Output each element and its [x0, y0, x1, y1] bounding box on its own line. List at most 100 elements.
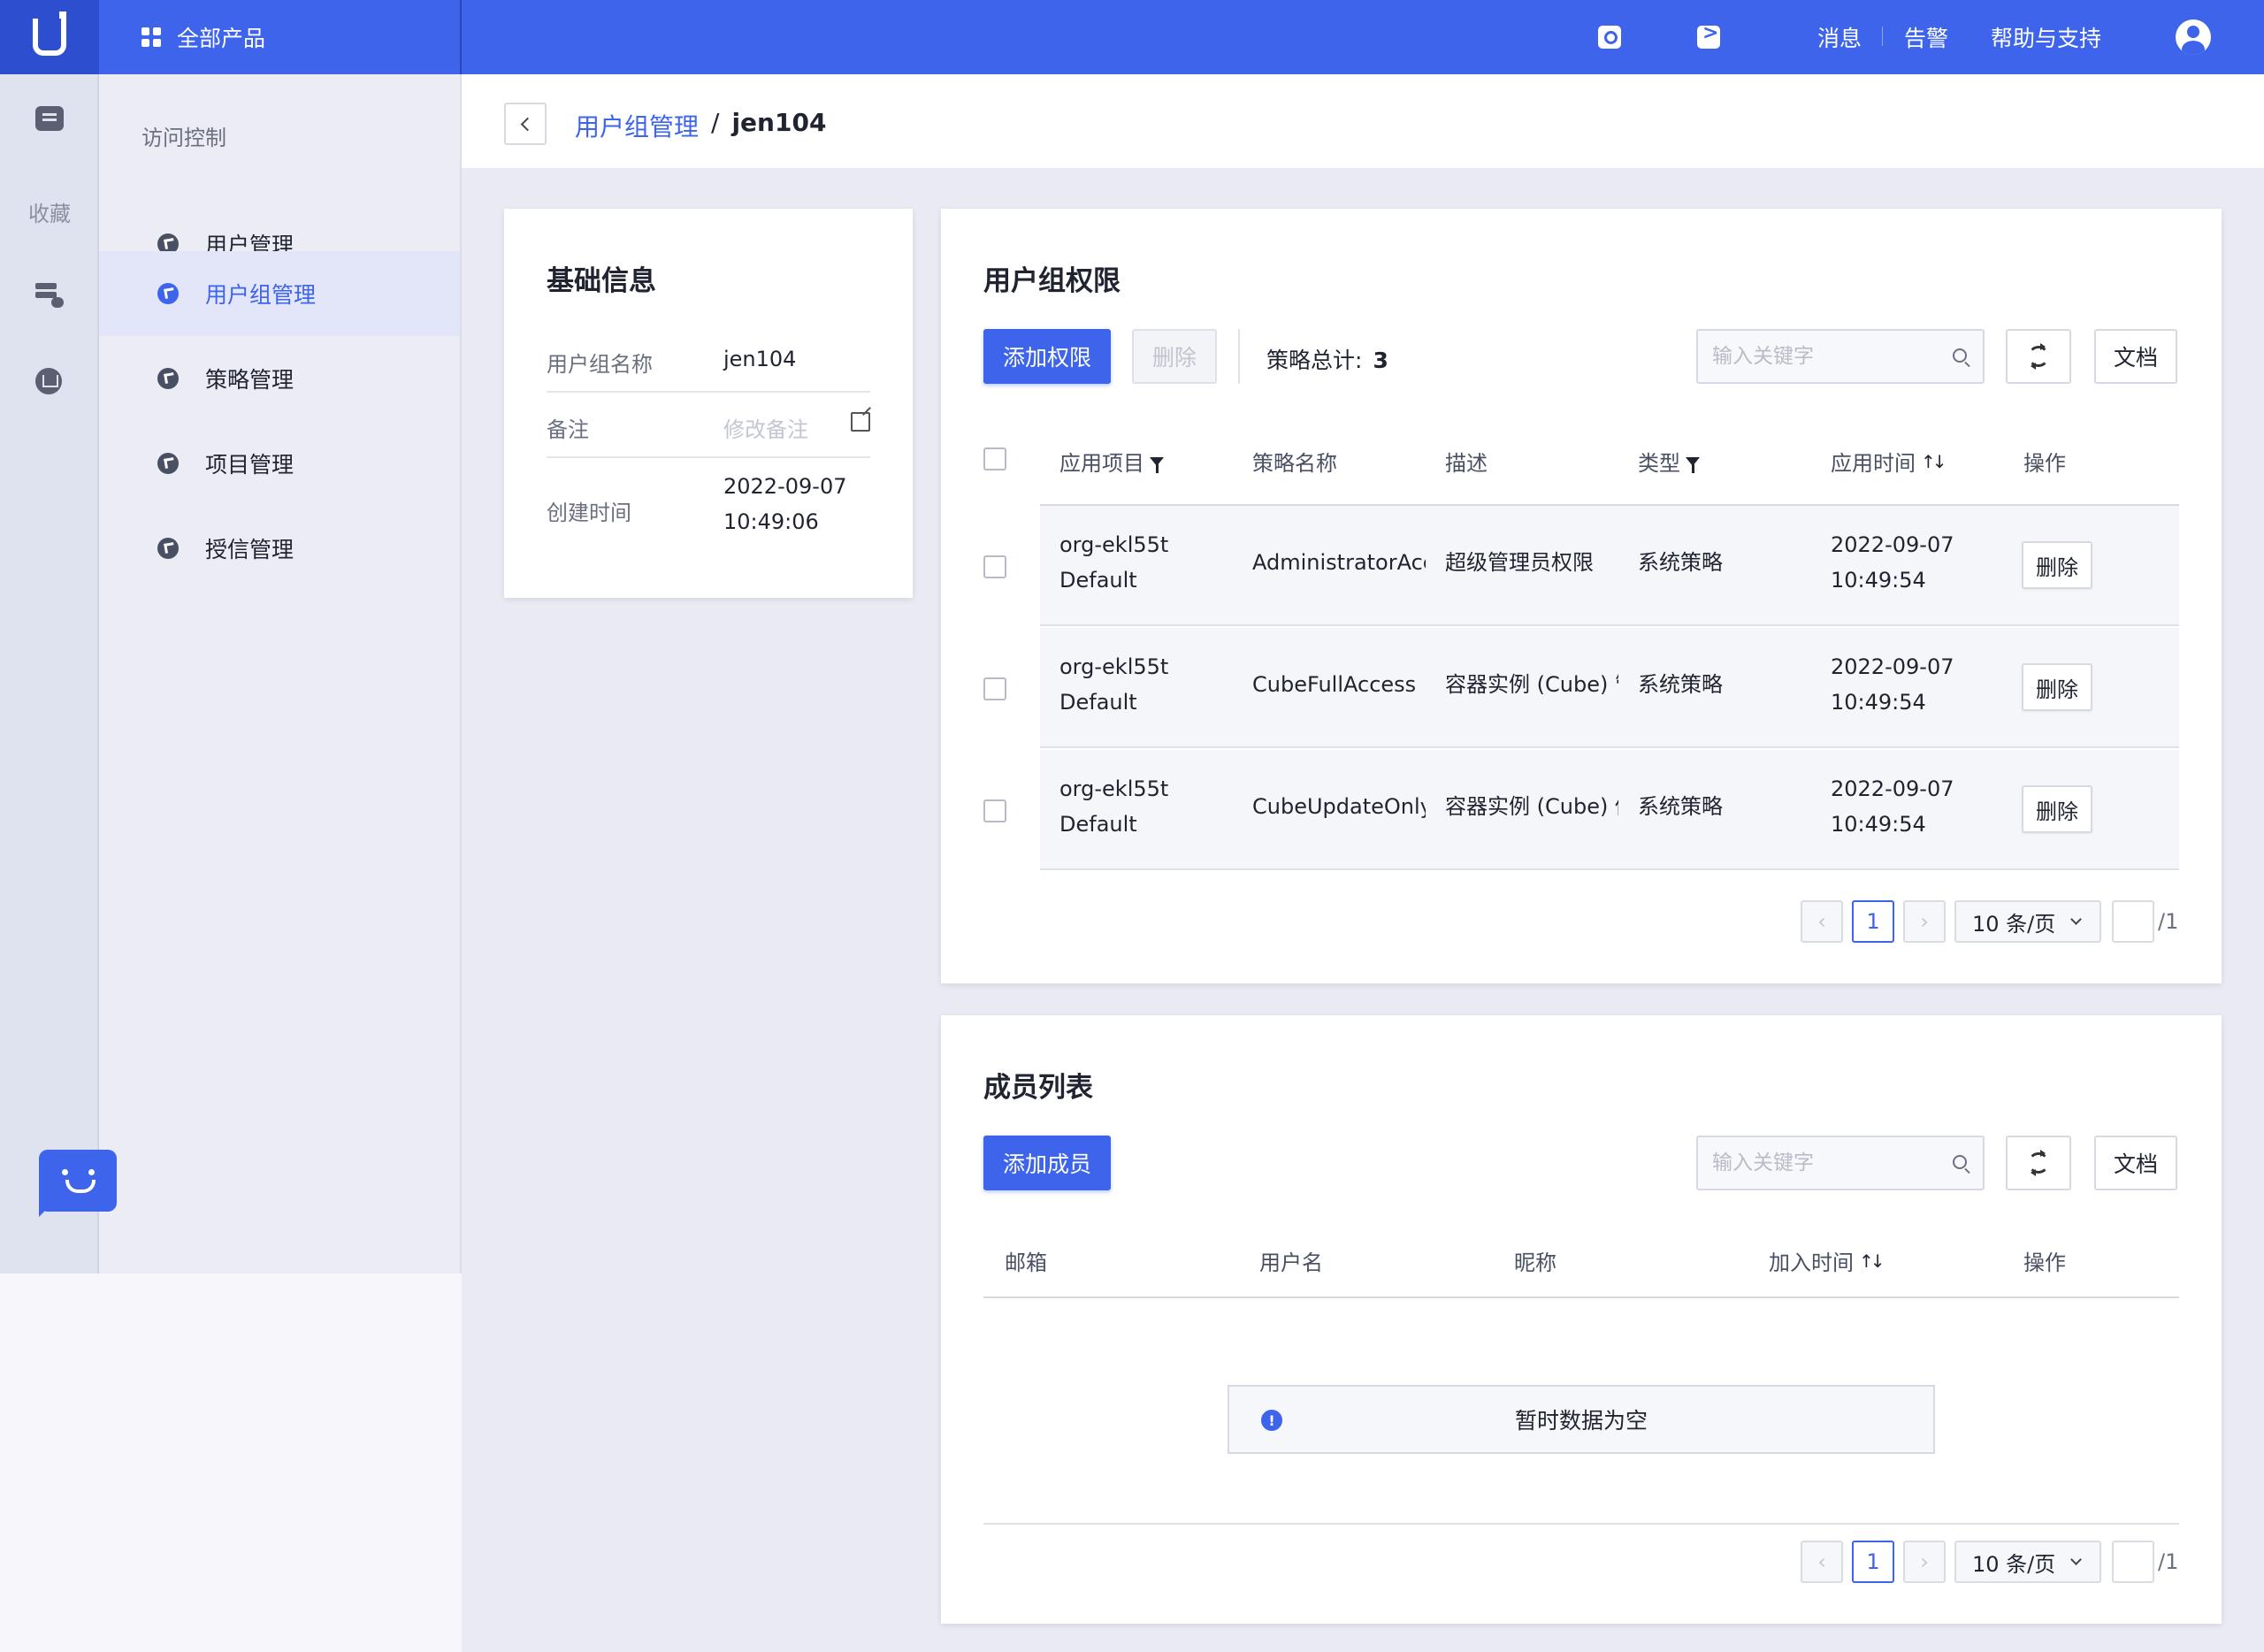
- next-page-button[interactable]: ›: [1903, 1541, 1946, 1583]
- row-time: 10:49:54: [1831, 568, 1926, 593]
- database-icon[interactable]: [35, 283, 64, 308]
- refresh-icon: [2028, 343, 2049, 370]
- favorites-label[interactable]: 收藏: [0, 196, 99, 227]
- all-products-button[interactable]: 全部产品: [99, 0, 462, 74]
- row-delete-button[interactable]: 删除: [2022, 663, 2092, 711]
- prev-page-button[interactable]: ‹: [1801, 1541, 1843, 1583]
- add-member-button[interactable]: 添加成员: [983, 1136, 1111, 1190]
- row-time: 10:49:54: [1831, 812, 1926, 837]
- policy-total-value: 3: [1373, 348, 1388, 373]
- sort-icon[interactable]: ↑↓: [1921, 451, 1947, 472]
- row-project: org-ekl55t: [1059, 532, 1169, 557]
- edit-icon[interactable]: [851, 412, 870, 432]
- back-button[interactable]: [504, 103, 547, 145]
- row-date: 2022-09-07: [1831, 776, 1954, 801]
- row-checkbox[interactable]: [983, 677, 1006, 700]
- sidebar-item-label: 项目管理: [205, 452, 294, 478]
- info-icon: !: [1261, 1410, 1282, 1431]
- sidebar-item-policies[interactable]: 策略管理: [99, 336, 460, 421]
- doc-button[interactable]: 文档: [2094, 1136, 2177, 1190]
- row-date: 2022-09-07: [1831, 532, 1954, 557]
- page-number[interactable]: 1: [1852, 900, 1894, 943]
- row-project-sub: Default: [1059, 812, 1137, 837]
- column-header-project[interactable]: 应用项目: [1059, 446, 1164, 477]
- divider: [983, 1523, 2179, 1525]
- subnav-title: 访问控制: [142, 126, 226, 150]
- row-desc: 超级管理员权限: [1445, 550, 1594, 575]
- delete-button[interactable]: 删除: [1132, 329, 1217, 384]
- alerts-link[interactable]: 告警: [1883, 21, 1970, 53]
- divider: [983, 1296, 2179, 1298]
- refresh-button[interactable]: [2006, 1136, 2071, 1190]
- member-search-input[interactable]: [1698, 1137, 1928, 1189]
- permission-search: [1696, 329, 1985, 384]
- row-delete-button[interactable]: 删除: [2022, 785, 2092, 833]
- sub-sidebar: 访问控制 用户管理 用户组管理 策略管理 项目管理 授信管理: [99, 74, 462, 1273]
- messages-link[interactable]: 消息: [1796, 21, 1883, 53]
- empty-text: 暂时数据为空: [1514, 1408, 1648, 1434]
- sidebar-item-projects[interactable]: 项目管理: [99, 421, 460, 506]
- row-checkbox[interactable]: [983, 555, 1006, 578]
- terminal-icon[interactable]: [1696, 22, 1720, 49]
- sidebar-item-user-groups[interactable]: 用户组管理: [99, 251, 460, 336]
- column-header-type[interactable]: 类型: [1638, 446, 1700, 477]
- console-icon[interactable]: [35, 106, 64, 131]
- search-icon[interactable]: [1953, 1155, 1967, 1169]
- remark-label: 备注: [547, 417, 589, 442]
- all-products-label: 全部产品: [177, 26, 266, 51]
- page-jump-input[interactable]: [2112, 1541, 2154, 1583]
- page-total: /1: [2158, 1549, 2179, 1574]
- logo-icon: [33, 11, 66, 56]
- search-icon[interactable]: [1597, 26, 1621, 49]
- row-project-sub: Default: [1059, 568, 1137, 593]
- doc-button[interactable]: 文档: [2094, 329, 2177, 384]
- column-header-username: 用户名: [1259, 1250, 1323, 1275]
- group-name-label: 用户组名称: [547, 352, 653, 377]
- page-total: /1: [2158, 909, 2179, 934]
- next-page-button[interactable]: ›: [1903, 900, 1946, 943]
- avatar[interactable]: [2176, 19, 2211, 55]
- permissions-title: 用户组权限: [983, 265, 1121, 297]
- breadcrumb: 用户组管理 / jen104: [575, 108, 826, 143]
- prev-page-button[interactable]: ‹: [1801, 900, 1843, 943]
- select-all-checkbox[interactable]: [983, 447, 1006, 470]
- member-search: [1696, 1136, 1985, 1190]
- refresh-button[interactable]: [2006, 329, 2071, 384]
- breadcrumb-separator: /: [711, 108, 720, 137]
- row-policy: AdministratorAccess: [1252, 550, 1426, 575]
- sidebar-item-credit[interactable]: 授信管理: [99, 506, 460, 591]
- refresh-icon: [2028, 1150, 2049, 1176]
- help-link[interactable]: 帮助与支持: [1970, 21, 2122, 53]
- filter-icon[interactable]: [1686, 456, 1700, 473]
- sort-icon[interactable]: ↑↓: [1859, 1250, 1885, 1272]
- divider: [1238, 329, 1240, 384]
- row-date: 2022-09-07: [1831, 654, 1954, 679]
- breadcrumb-parent-link[interactable]: 用户组管理: [575, 108, 699, 143]
- page-jump-input[interactable]: [2112, 900, 2154, 943]
- row-project: org-ekl55t: [1059, 654, 1169, 679]
- column-header-action: 操作: [2023, 451, 2066, 476]
- search-icon[interactable]: [1953, 348, 1967, 363]
- add-permission-button[interactable]: 添加权限: [983, 329, 1111, 384]
- row-delete-button[interactable]: 删除: [2022, 541, 2092, 589]
- column-header-action: 操作: [2023, 1250, 2066, 1275]
- network-icon[interactable]: [35, 368, 62, 394]
- page-size-select[interactable]: 10 条/页: [1954, 1541, 2101, 1583]
- column-header-applied-time[interactable]: 应用时间 ↑↓: [1831, 446, 1947, 477]
- permission-search-input[interactable]: [1698, 331, 1928, 382]
- table-row: org-ekl55t Default CubeFullAccess 容器实例 (…: [1040, 628, 2179, 748]
- column-header-policy: 策略名称: [1252, 451, 1337, 476]
- top-bar: 全部产品 消息 告警 帮助与支持: [0, 0, 2264, 74]
- column-header-joined-time[interactable]: 加入时间 ↑↓: [1769, 1245, 1885, 1276]
- page-number[interactable]: 1: [1852, 1541, 1894, 1583]
- row-checkbox[interactable]: [983, 799, 1006, 822]
- created-label: 创建时间: [547, 501, 631, 525]
- left-rail: 收藏: [0, 74, 99, 1273]
- row-type: 系统策略: [1638, 794, 1723, 819]
- brand-logo[interactable]: [0, 0, 99, 74]
- page-size-select[interactable]: 10 条/页: [1954, 900, 2101, 943]
- basic-info-card: 基础信息 用户组名称 jen104 备注 修改备注 创建时间 2022-09-0…: [504, 209, 913, 598]
- divider: [547, 391, 870, 393]
- basic-info-title: 基础信息: [547, 265, 656, 297]
- filter-icon[interactable]: [1150, 456, 1164, 473]
